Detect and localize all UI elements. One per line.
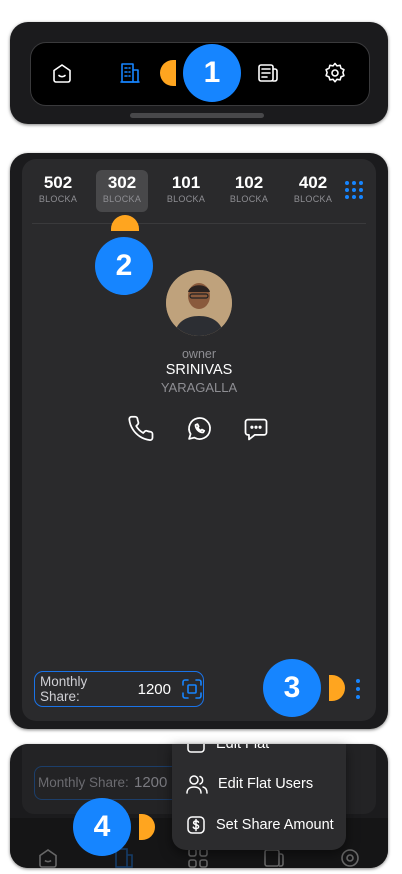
monthly-share-value: 1200: [137, 680, 171, 698]
edit-icon: [186, 744, 206, 754]
flat-tab-402[interactable]: 402 BLOCKA: [287, 174, 339, 212]
faded-gear-icon: [338, 846, 362, 870]
monthly-share-box[interactable]: Monthly Share: 1200: [34, 671, 204, 707]
menu-item-label: Edit Flat: [216, 744, 270, 752]
whatsapp-icon[interactable]: [185, 415, 213, 443]
faded-share-value: 1200: [134, 774, 168, 791]
phone-icon[interactable]: [128, 415, 156, 443]
gear-icon[interactable]: [323, 61, 347, 85]
menu-item-label: Set Share Amount: [216, 817, 334, 833]
flat-block: BLOCKA: [229, 194, 269, 204]
flat-tab-502[interactable]: 502 BLOCKA: [32, 174, 84, 212]
flat-block: BLOCKA: [38, 194, 78, 204]
flat-block: BLOCKA: [166, 194, 206, 204]
menu-item-set-share-amount[interactable]: Set Share Amount: [186, 815, 334, 835]
menu-item-edit-flat[interactable]: Edit Flat: [186, 744, 269, 754]
dollar-box-icon: [186, 815, 206, 835]
flat-number: 502: [43, 173, 73, 192]
flat-number: 101: [171, 173, 201, 192]
more-vertical-icon[interactable]: [354, 678, 362, 700]
grid-dots-icon[interactable]: [344, 180, 364, 200]
chat-icon[interactable]: [242, 415, 270, 443]
smile-home-icon[interactable]: [50, 61, 74, 85]
building-icon[interactable]: [118, 61, 142, 85]
scan-icon[interactable]: [181, 678, 203, 700]
flat-tab-302[interactable]: 302 BLOCKA: [96, 174, 148, 212]
flat-tab-102[interactable]: 102 BLOCKA: [223, 174, 275, 212]
owner-last-name: YARAGALLA: [160, 380, 238, 395]
flat-block: BLOCKA: [293, 194, 333, 204]
flat-number: 402: [298, 173, 328, 192]
owner-role: owner: [181, 347, 217, 361]
flat-number: 302: [107, 173, 137, 192]
step-badge-4: 4: [73, 798, 131, 856]
step-badge-1: 1: [183, 44, 241, 102]
flat-number: 102: [234, 173, 264, 192]
flat-block: BLOCKA: [102, 194, 142, 204]
flat-tab-101[interactable]: 101 BLOCKA: [160, 174, 212, 212]
step-badge-2: 2: [95, 237, 153, 295]
monthly-share-label: Monthly Share:: [40, 674, 88, 704]
faded-share-label: Monthly Share:: [38, 775, 129, 790]
home-indicator: [130, 113, 264, 118]
avatar: [166, 270, 232, 336]
owner-first-name: SRINIVAS: [165, 362, 233, 378]
menu-item-edit-flat-users[interactable]: Edit Flat Users: [186, 774, 313, 794]
newspaper-icon[interactable]: [256, 61, 280, 85]
faded-home-icon: [36, 846, 60, 870]
divider: [32, 223, 366, 224]
users-icon: [186, 774, 208, 794]
step-badge-3: 3: [263, 659, 321, 717]
menu-item-label: Edit Flat Users: [218, 776, 314, 792]
